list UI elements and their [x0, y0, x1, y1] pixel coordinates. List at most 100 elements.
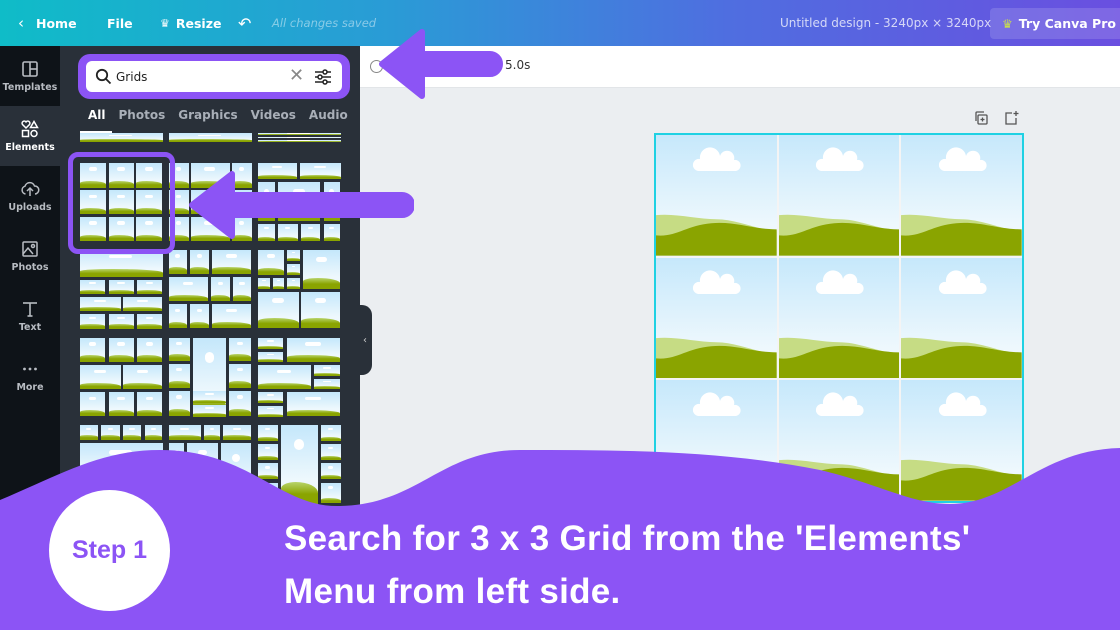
nav-item-photos[interactable]: Photos [0, 226, 60, 286]
crown-icon: ♛ [1002, 16, 1013, 31]
grid-result-thumbnail[interactable] [258, 250, 342, 330]
nav-label: More [16, 382, 44, 393]
instruction-line-2: Menu from left side. [284, 572, 621, 611]
grid-result-thumbnail[interactable] [80, 250, 164, 330]
thumbnail-cell [229, 363, 252, 388]
hills-illustration [656, 214, 777, 256]
grid-cell[interactable] [656, 135, 777, 256]
thumbnail-cell [286, 338, 341, 363]
highlighted-3x3-grid [68, 152, 175, 254]
thumbnail-cell [287, 263, 301, 275]
grid-result-thumbnail[interactable] [169, 338, 253, 418]
thumbnail-cell [300, 291, 341, 329]
file-label: File [107, 15, 133, 31]
grid-cell[interactable] [656, 257, 777, 379]
thumbnail-cell [80, 314, 106, 329]
thumbnail-cell [169, 277, 208, 302]
hills-illustration [778, 214, 900, 256]
thumbnail-cell [137, 392, 163, 417]
nav-label: Templates [2, 82, 58, 93]
thumbnail-cell [232, 277, 252, 302]
nav-label: Elements [5, 142, 55, 153]
grid-result-thumbnail[interactable] [80, 338, 164, 418]
thumbnail-cell [258, 250, 285, 275]
elements-icon [21, 120, 39, 138]
chevron-left-icon: ‹ [363, 334, 367, 346]
nav-label: Photos [11, 262, 49, 273]
thumbnail-cell [314, 378, 341, 390]
thumbnail-cell [169, 133, 252, 142]
more-dots-icon [23, 367, 37, 371]
thumbnail-cell [80, 297, 121, 311]
clear-search-icon[interactable]: ✕ [289, 67, 304, 85]
cloud-icon [938, 147, 987, 171]
chevron-left-icon: ‹ [18, 14, 24, 32]
thumbnail-cell [122, 365, 163, 390]
try-pro-label: Try Canva Pro [1018, 16, 1116, 31]
cloud-icon [815, 147, 864, 171]
page-actions [973, 110, 1019, 126]
try-canva-pro-button[interactable]: ♛ Try Canva Pro [990, 8, 1120, 39]
grid-cell[interactable] [778, 135, 900, 256]
thumbnail-cell [190, 304, 209, 329]
design-title[interactable]: Untitled design - 3240px × 3240px [780, 0, 991, 46]
thumbnail-cell [122, 297, 163, 311]
nav-item-elements[interactable]: Elements [0, 106, 60, 166]
collapse-panel-button[interactable]: ‹ [358, 305, 372, 375]
resize-label: Resize [175, 15, 222, 31]
grid-result-thumbnail[interactable] [258, 338, 342, 418]
thumbnail-cell [258, 136, 341, 138]
tab-photos[interactable]: Photos [119, 108, 166, 122]
cloud-icon [693, 269, 741, 294]
pointer-arrow-to-search [379, 29, 503, 99]
thumbnail-cell [287, 278, 301, 289]
grid-result-thumbnail[interactable] [169, 250, 253, 330]
thumbnail-cell [137, 314, 163, 329]
nav-label: Text [18, 322, 42, 333]
grid-result-thumbnail[interactable] [80, 133, 164, 143]
search-input[interactable] [116, 61, 276, 92]
thumbnail-cell [303, 250, 341, 289]
hills-illustration [778, 337, 900, 379]
thumbnail-cell [229, 338, 252, 361]
nav-item-uploads[interactable]: Uploads [0, 166, 60, 226]
cloud-icon [693, 147, 741, 171]
thumbnail-cell [80, 365, 121, 390]
add-page-icon[interactable] [1003, 110, 1019, 126]
duplicate-page-icon[interactable] [973, 110, 989, 126]
nav-item-templates[interactable]: Templates [0, 46, 60, 106]
tab-all[interactable]: All [88, 108, 106, 122]
grid-cell[interactable] [901, 135, 1022, 256]
filter-sliders-icon[interactable] [314, 68, 332, 86]
thumbnail-cell [80, 279, 106, 295]
cloud-icon [693, 392, 741, 417]
thumbnail-cell [137, 279, 163, 295]
thumbnail-cell [229, 390, 252, 417]
tab-videos[interactable]: Videos [251, 108, 296, 122]
grid-cell[interactable] [901, 257, 1022, 379]
home-label: Home [36, 15, 77, 31]
thumbnail-cell [169, 363, 191, 388]
save-status: All changes saved [272, 16, 377, 30]
thumbnail-cell [258, 352, 284, 363]
thumbnail-cell [211, 250, 252, 275]
nav-item-text[interactable]: Text [0, 286, 60, 346]
tab-audio[interactable]: Audio [309, 108, 348, 122]
nav-item-more[interactable]: More [0, 346, 60, 406]
thumbnail-cell [137, 338, 163, 363]
tab-graphics[interactable]: Graphics [178, 108, 237, 122]
grid-result-thumbnail[interactable] [169, 133, 253, 143]
search-box[interactable]: ✕ [86, 61, 342, 92]
grid-cell[interactable] [778, 257, 900, 379]
undo-button[interactable]: ↶ [238, 0, 251, 46]
cloud-icon [815, 392, 864, 417]
resize-button[interactable]: ♛ Resize [160, 0, 221, 46]
thumbnail-cell [108, 338, 134, 363]
home-button[interactable]: ‹ Home [18, 0, 77, 46]
thumbnail-cell [169, 304, 187, 329]
search-icon [95, 68, 112, 85]
thumbnail-cell [286, 392, 341, 417]
thumbnail-cell [314, 365, 341, 376]
grid-result-thumbnail[interactable] [258, 133, 342, 143]
file-menu-button[interactable]: File [107, 0, 133, 46]
